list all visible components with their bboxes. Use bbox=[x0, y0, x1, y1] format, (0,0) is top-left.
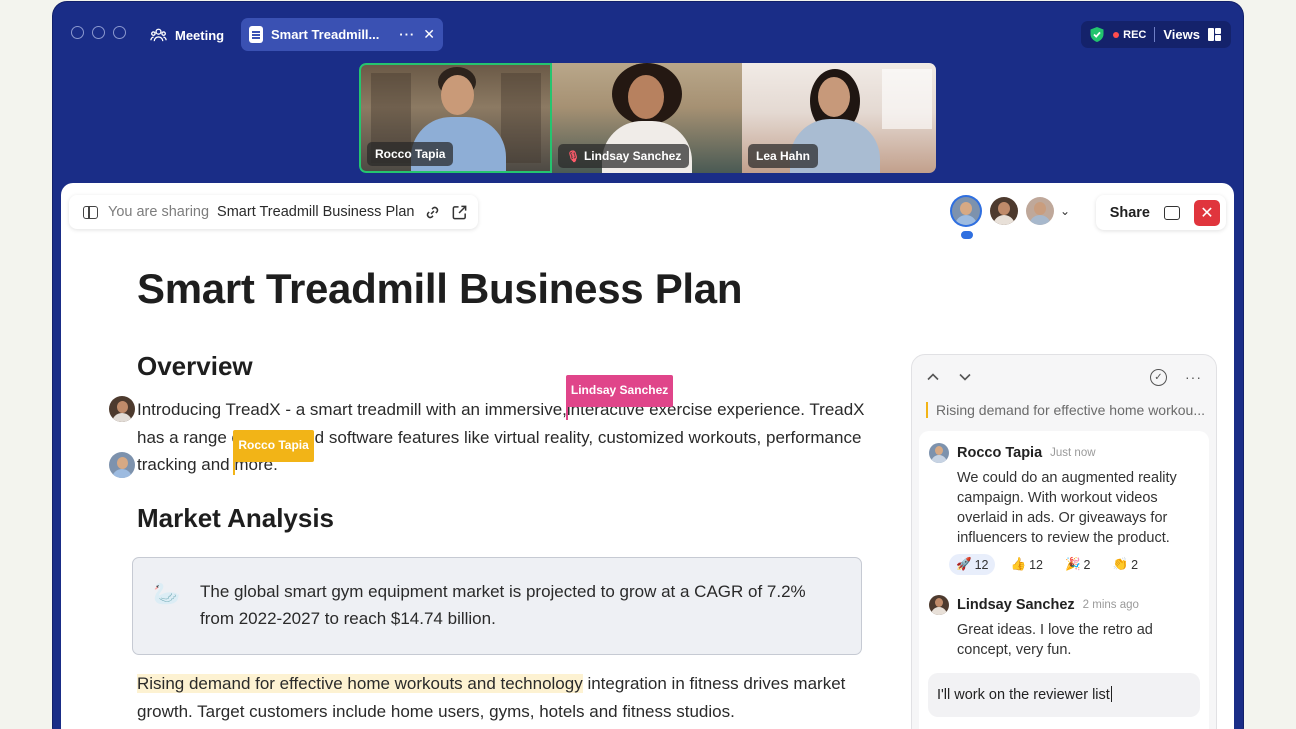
title-bar: Meeting Smart Treadmill... ··· ✕ REC Vie… bbox=[53, 2, 1243, 62]
chevron-up-icon[interactable] bbox=[926, 370, 940, 384]
doc-icon bbox=[249, 26, 263, 43]
callout-text: The global smart gym equipment market is… bbox=[200, 582, 806, 628]
comment-item: Lindsay Sanchez 2 mins ago Great ideas. … bbox=[929, 595, 1197, 660]
panel-actions: Share ✕ bbox=[1095, 195, 1226, 230]
reply-input[interactable]: I'll work on the reviewer list bbox=[928, 673, 1200, 717]
gutter-avatar-lindsay bbox=[109, 396, 135, 422]
share-button[interactable]: Share bbox=[1110, 205, 1150, 221]
comment-time: 2 mins ago bbox=[1082, 599, 1139, 611]
reaction-thumbs-up[interactable]: 👍 12 bbox=[1003, 554, 1049, 575]
comment-author: Rocco Tapia bbox=[957, 445, 1043, 461]
video-strip: Rocco Tapia 🎙 Lindsay Sanchez Lea Hahn bbox=[359, 63, 936, 173]
external-link-icon[interactable] bbox=[451, 204, 468, 221]
views-icon[interactable] bbox=[1208, 28, 1221, 41]
stop-sharing-button[interactable]: ✕ bbox=[1194, 199, 1220, 226]
comment-toolbar: ✓ ··· bbox=[926, 367, 1202, 387]
participant-name-tag: 🎙 Lindsay Sanchez bbox=[558, 144, 690, 168]
comment-body: We could do an augmented reality campaig… bbox=[957, 470, 1177, 546]
comment-icon[interactable] bbox=[1164, 205, 1180, 220]
comment-panel: ✓ ··· Rising demand for effective home w… bbox=[911, 354, 1217, 729]
following-eye-icon bbox=[958, 229, 975, 241]
chevron-down-icon[interactable] bbox=[958, 370, 972, 384]
app-window: Meeting Smart Treadmill... ··· ✕ REC Vie… bbox=[53, 2, 1243, 729]
comment-item: Rocco Tapia Just now We could do an augm… bbox=[929, 443, 1197, 575]
market-paragraph[interactable]: Rising demand for effective home workout… bbox=[137, 670, 872, 725]
close-window-button[interactable] bbox=[71, 26, 84, 39]
tab-meeting-label: Meeting bbox=[175, 27, 225, 43]
reply-text: I'll work on the reviewer list bbox=[937, 687, 1110, 703]
reaction-rocket[interactable]: 🚀 12 bbox=[949, 554, 996, 575]
cursor-label: Rocco Tapia bbox=[233, 430, 314, 462]
shared-document-panel: You are sharing Smart Treadmill Business… bbox=[61, 183, 1234, 729]
recording-indicator: REC bbox=[1113, 29, 1146, 41]
tab-meeting[interactable]: Meeting bbox=[150, 22, 224, 48]
resolve-icon[interactable]: ✓ bbox=[1150, 368, 1167, 386]
avatar-rocco[interactable] bbox=[951, 197, 980, 225]
tab-more-button[interactable]: ··· bbox=[399, 27, 415, 42]
participant-name: Lindsay Sanchez bbox=[583, 149, 682, 163]
comment-quote: Rising demand for effective home workou.… bbox=[926, 402, 1206, 418]
comment-thread: Rocco Tapia Just now We could do an augm… bbox=[919, 431, 1209, 729]
participant-name: Lea Hahn bbox=[756, 149, 811, 163]
reactions: 🚀 12 👍 12 🎉 2 👏 2 bbox=[949, 554, 1197, 575]
cursor-label: Lindsay Sanchez bbox=[565, 375, 674, 407]
sharing-prefix: You are sharing bbox=[108, 204, 210, 220]
highlighted-text[interactable]: Rising demand for effective home workout… bbox=[137, 674, 583, 693]
avatar-lea[interactable] bbox=[1025, 197, 1054, 225]
text-caret bbox=[1110, 686, 1112, 702]
reaction-clap[interactable]: 👏 2 bbox=[1106, 554, 1146, 575]
participant-name: Rocco Tapia bbox=[375, 147, 446, 161]
video-tile-rocco[interactable]: Rocco Tapia bbox=[359, 63, 552, 173]
avatar-lindsay[interactable] bbox=[989, 197, 1018, 225]
sidebar-icon[interactable] bbox=[83, 205, 98, 219]
window-controls bbox=[71, 26, 126, 39]
chevron-down-icon[interactable]: ⌄ bbox=[1060, 204, 1070, 218]
overview-paragraph[interactable]: Introducing TreadX - a smart treadmill w… bbox=[137, 375, 872, 479]
overview-text-1: Introducing TreadX - a smart treadmill w… bbox=[137, 400, 567, 419]
shield-icon[interactable] bbox=[1089, 26, 1105, 43]
avatar bbox=[929, 595, 949, 615]
participant-name-tag: Lea Hahn bbox=[748, 144, 819, 168]
link-icon[interactable] bbox=[424, 204, 441, 221]
minimize-window-button[interactable] bbox=[92, 26, 105, 39]
tab-document[interactable]: Smart Treadmill... ··· ✕ bbox=[241, 18, 443, 51]
reaction-party[interactable]: 🎉 2 bbox=[1058, 554, 1098, 575]
more-options-icon[interactable]: ··· bbox=[1185, 369, 1202, 385]
comment-body: Great ideas. I love the retro ad concept… bbox=[957, 622, 1153, 658]
maximize-window-button[interactable] bbox=[113, 26, 126, 39]
tab-close-button[interactable]: ✕ bbox=[423, 26, 435, 43]
meeting-controls: REC Views bbox=[1081, 21, 1231, 48]
swan-icon: 🦢 bbox=[153, 581, 181, 606]
document-title: Smart Treadmill Business Plan bbox=[137, 265, 743, 312]
heading-market-analysis: Market Analysis bbox=[137, 503, 335, 533]
mic-muted-icon: 🎙 bbox=[566, 150, 580, 163]
document-body[interactable]: Smart Treadmill Business Plan Overview I… bbox=[132, 265, 877, 721]
views-button[interactable]: Views bbox=[1163, 27, 1200, 42]
divider bbox=[1154, 27, 1156, 42]
video-tile-lindsay[interactable]: 🎙 Lindsay Sanchez bbox=[552, 63, 742, 173]
recording-dot bbox=[1113, 31, 1120, 38]
rec-label: REC bbox=[1123, 28, 1147, 41]
heading-overview: Overview bbox=[137, 351, 253, 381]
callout-block[interactable]: 🦢 The global smart gym equipment market … bbox=[132, 557, 862, 655]
collaborator-avatars[interactable]: ⌄ bbox=[951, 197, 1070, 241]
tab-document-label: Smart Treadmill... bbox=[271, 27, 380, 42]
sharing-bar: You are sharing Smart Treadmill Business… bbox=[69, 195, 479, 229]
comment-time: Just now bbox=[1050, 447, 1096, 459]
shared-doc-name: Smart Treadmill Business Plan bbox=[217, 204, 415, 220]
participant-name-tag: Rocco Tapia bbox=[367, 142, 454, 166]
comment-author: Lindsay Sanchez bbox=[957, 597, 1075, 613]
gutter-avatar-rocco bbox=[109, 452, 135, 478]
people-icon bbox=[150, 28, 167, 41]
avatar bbox=[929, 443, 949, 463]
video-tile-lea[interactable]: Lea Hahn bbox=[742, 63, 936, 173]
